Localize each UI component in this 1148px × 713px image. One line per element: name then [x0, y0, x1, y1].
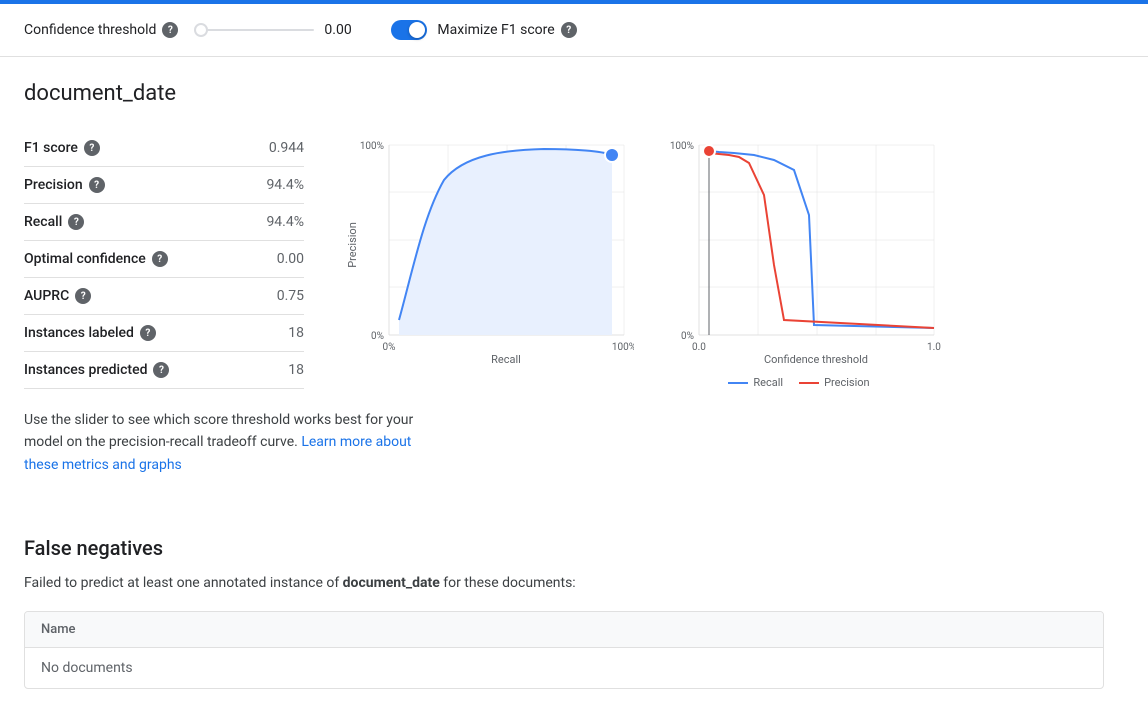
false-negatives-section: False negatives Failed to predict at lea… [24, 516, 1124, 688]
metric-value: 18 [288, 325, 304, 341]
metric-label: Instances labeled ? [24, 325, 156, 341]
metric-help-icon[interactable]: ? [75, 288, 91, 304]
svg-text:100%: 100% [670, 141, 694, 152]
metric-label: Precision ? [24, 177, 105, 193]
svg-text:100%: 100% [612, 342, 634, 353]
confidence-threshold-text: Confidence threshold [24, 22, 156, 38]
maximize-f1-text: Maximize F1 score [437, 22, 554, 38]
metric-row: Recall ? 94.4% [24, 204, 304, 241]
metric-value: 0.75 [277, 288, 304, 304]
svg-text:Recall: Recall [491, 353, 521, 366]
metric-help-icon[interactable]: ? [153, 362, 169, 378]
metric-label-text: Precision [24, 177, 83, 193]
maximize-f1-label: Maximize F1 score ? [437, 22, 576, 38]
precision-recall-svg: 100% 0% 0% 100% Precision [344, 130, 634, 370]
legend-recall-line [728, 382, 748, 384]
svg-text:0.0: 0.0 [692, 342, 706, 353]
svg-text:Precision: Precision [346, 222, 359, 268]
confidence-threshold-chart: 100% 0% 0.0 1.0 Confidence threshold [654, 130, 944, 370]
metric-row: AUPRC ? 0.75 [24, 278, 304, 315]
charts-area: 100% 0% 0% 100% Precision [344, 130, 1124, 389]
metric-label-text: Instances predicted [24, 362, 147, 378]
svg-text:0%: 0% [383, 342, 396, 353]
false-negatives-table: Name No documents [24, 611, 1104, 689]
maximize-f1-help-icon[interactable]: ? [561, 22, 577, 38]
metric-row: Precision ? 94.4% [24, 167, 304, 204]
pr-optimal-point [605, 148, 619, 162]
description-text: Use the slider to see which score thresh… [24, 409, 424, 476]
slider-value: 0.00 [324, 22, 359, 38]
metric-value: 94.4% [266, 177, 304, 193]
metric-label: AUPRC ? [24, 288, 91, 304]
legend-precision-label: Precision [824, 376, 870, 389]
ct-recall-point [703, 145, 715, 157]
metrics-charts-row: F1 score ? 0.944 Precision ? 94.4% Recal… [24, 130, 1124, 389]
metric-label: Instances predicted ? [24, 362, 169, 378]
main-content: document_date F1 score ? 0.944 Precision… [0, 57, 1148, 713]
metric-help-icon[interactable]: ? [140, 325, 156, 341]
legend-recall-label: Recall [753, 376, 783, 389]
metric-row: Optimal confidence ? 0.00 [24, 241, 304, 278]
section-title: document_date [24, 81, 1124, 106]
false-negatives-suffix: for these documents: [440, 575, 576, 591]
svg-text:0%: 0% [371, 331, 384, 342]
metric-row: Instances predicted ? 18 [24, 352, 304, 389]
maximize-f1-toggle[interactable] [391, 20, 427, 40]
svg-text:1.0: 1.0 [927, 342, 941, 353]
metric-value: 0.944 [269, 140, 304, 156]
confidence-slider[interactable] [194, 29, 314, 31]
false-negatives-title: False negatives [24, 536, 1124, 560]
false-negatives-entity: document_date [343, 575, 440, 591]
metrics-table: F1 score ? 0.944 Precision ? 94.4% Recal… [24, 130, 304, 389]
legend-precision-line [799, 382, 819, 384]
metric-label: F1 score ? [24, 140, 100, 156]
confidence-controls-row: Confidence threshold ? 0.00 Maximize F1 … [0, 4, 1148, 57]
chart-legend: Recall Precision [654, 376, 944, 389]
metric-help-icon[interactable]: ? [152, 251, 168, 267]
legend-recall: Recall [728, 376, 783, 389]
confidence-threshold-help-icon[interactable]: ? [162, 22, 178, 38]
metric-label-text: Recall [24, 214, 62, 230]
false-negatives-desc-text: Failed to predict at least one annotated… [24, 575, 343, 591]
metric-label-text: F1 score [24, 140, 78, 156]
metric-help-icon[interactable]: ? [84, 140, 100, 156]
metric-help-icon[interactable]: ? [68, 214, 84, 230]
metric-label: Recall ? [24, 214, 84, 230]
legend-precision: Precision [799, 376, 870, 389]
maximize-f1-toggle-container: Maximize F1 score ? [391, 20, 576, 40]
svg-text:100%: 100% [360, 141, 384, 152]
false-negatives-description: Failed to predict at least one annotated… [24, 572, 1124, 594]
metric-value: 0.00 [277, 251, 304, 267]
precision-recall-chart: 100% 0% 0% 100% Precision [344, 130, 634, 370]
metric-label: Optimal confidence ? [24, 251, 168, 267]
svg-text:0%: 0% [681, 331, 694, 342]
metric-value: 18 [288, 362, 304, 378]
metric-label-text: AUPRC [24, 288, 69, 304]
svg-text:Confidence threshold: Confidence threshold [764, 353, 868, 366]
metric-row: Instances labeled ? 18 [24, 315, 304, 352]
metric-row: F1 score ? 0.944 [24, 130, 304, 167]
metric-value: 94.4% [266, 214, 304, 230]
confidence-threshold-label: Confidence threshold ? [24, 22, 178, 38]
metric-label-text: Instances labeled [24, 325, 134, 341]
confidence-threshold-svg: 100% 0% 0.0 1.0 Confidence threshold [654, 130, 944, 370]
metric-help-icon[interactable]: ? [89, 177, 105, 193]
metric-label-text: Optimal confidence [24, 251, 146, 267]
precision-recall-chart-container: 100% 0% 0% 100% Precision [344, 130, 634, 389]
table-empty-row: No documents [25, 648, 1103, 688]
table-header: Name [25, 612, 1103, 648]
confidence-threshold-chart-container: 100% 0% 0.0 1.0 Confidence threshold [654, 130, 944, 389]
slider-container: 0.00 [194, 22, 359, 38]
